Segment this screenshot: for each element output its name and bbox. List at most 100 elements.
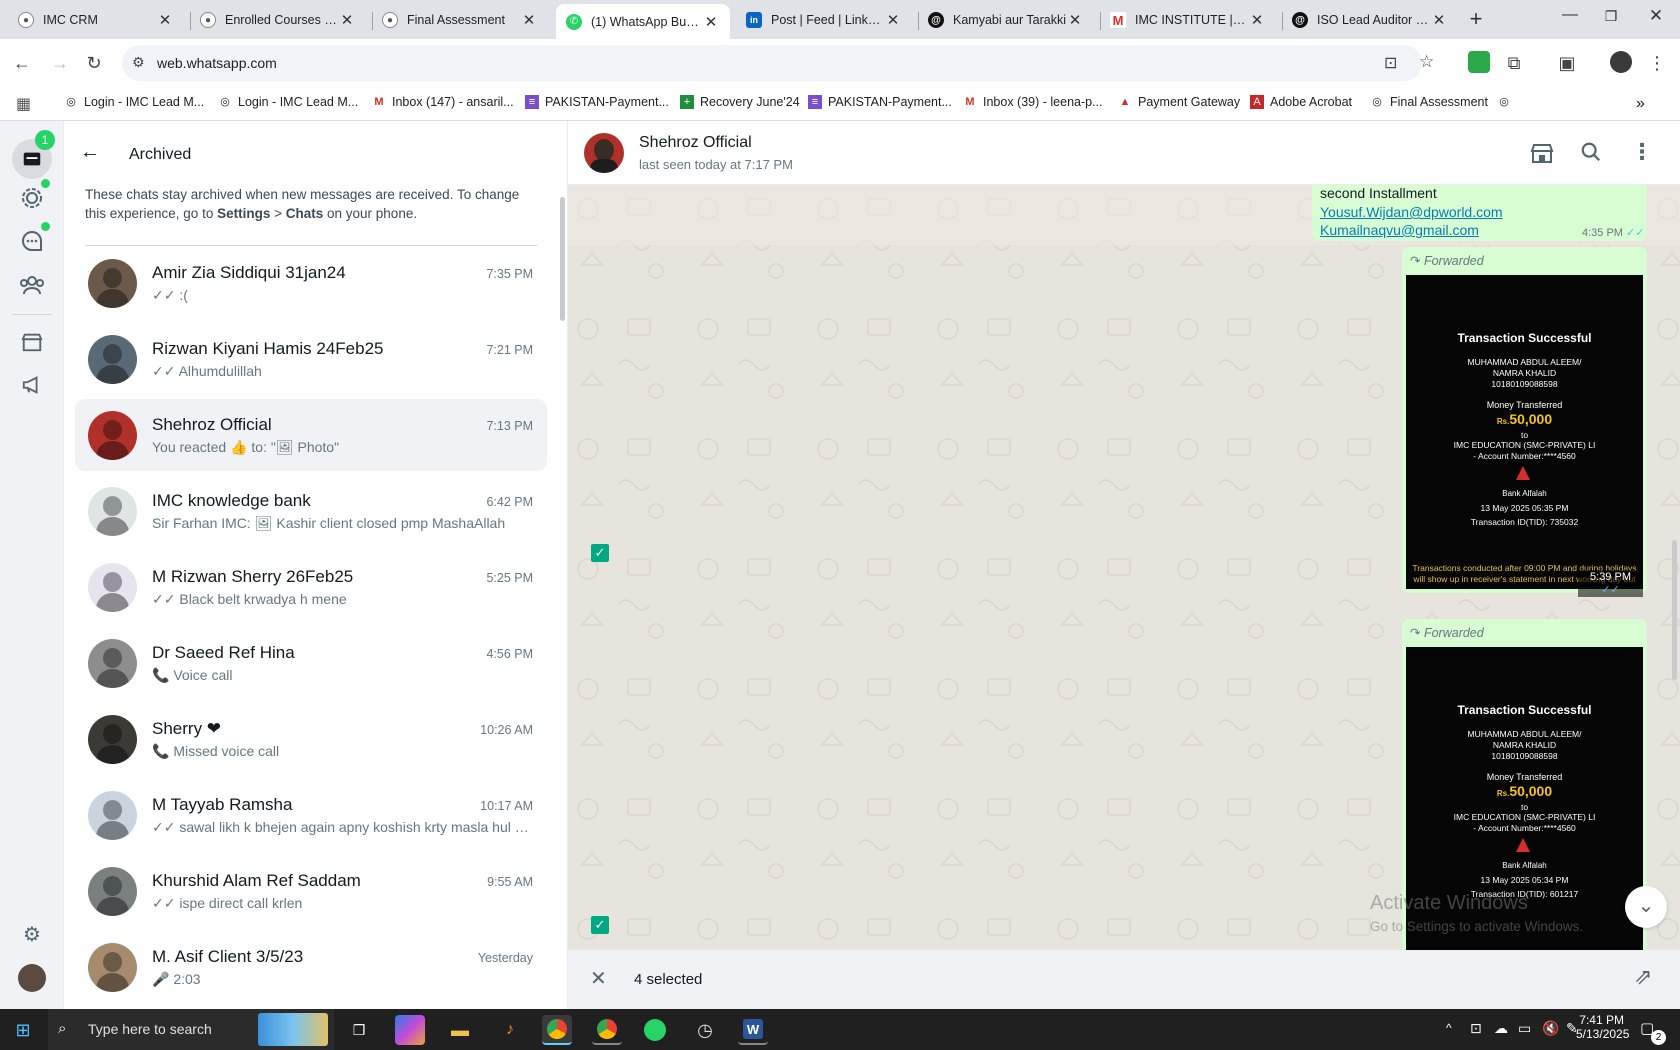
copilot-icon[interactable] [395, 1015, 425, 1045]
chat-list-item[interactable]: Dr Saeed Ref Hina 4:56 PM 📞 Voice call [75, 627, 547, 699]
forward-selected-icon[interactable]: ⇗ [1634, 964, 1652, 990]
tab-final-assessment[interactable]: ● Final Assessment ✕ [372, 4, 548, 36]
chat-list-item[interactable]: M Tayyab Ramsha 10:17 AM ✓✓ sawal likh k b… [75, 779, 547, 851]
minimize-icon[interactable]: — [1555, 6, 1585, 32]
advertise-megaphone-icon[interactable] [18, 371, 46, 399]
network-icon[interactable]: ▭ [1518, 1020, 1531, 1037]
onedrive-icon[interactable]: ☁ [1494, 1020, 1508, 1037]
tab-kamyabi[interactable]: @ Kamyabi aur Tarakki ✕ [918, 4, 1094, 36]
app-icon[interactable]: ♪ [495, 1015, 525, 1045]
word-icon[interactable]: W [738, 1015, 768, 1045]
bookmark-item[interactable]: + Recovery June'24 [680, 95, 800, 109]
email-link[interactable]: Kumailnaqvu@gmail.com [1320, 222, 1479, 238]
reload-icon[interactable]: ↻ [82, 51, 106, 75]
chat-list-item[interactable]: Khurshid Alam Ref Saddam 9:55 AM ✓✓ ispe d… [75, 855, 547, 927]
menu-kebab-icon[interactable]: ⋮ [1630, 139, 1654, 165]
forward-arrow-icon[interactable]: → [48, 51, 72, 75]
chat-list-item[interactable]: M Rizwan Sherry 26Feb25 5:25 PM ✓✓ Black b… [75, 551, 547, 623]
transaction-receipt-image[interactable]: Transaction Successful MUHAMMAD ABDUL AL… [1406, 275, 1643, 597]
bookmark-item[interactable]: ◎ [1497, 95, 1517, 109]
bookmark-item[interactable]: ≡ PAKISTAN-Payment... [525, 95, 669, 109]
bookmark-item[interactable]: ◎ Final Assessment [1370, 95, 1488, 109]
conversation-header[interactable]: Shehroz Official last seen today at 7:17… [568, 121, 1680, 185]
tab-imc-crm[interactable]: ● IMC CRM ✕ [8, 4, 184, 36]
apps-grid-icon[interactable]: ▦ [16, 94, 31, 114]
channels-icon[interactable] [18, 227, 46, 255]
extensions-puzzle-icon[interactable]: ⧉ [1502, 51, 1526, 75]
chat-list-item[interactable]: M. Asif Client 3/5/23 Yesterday 🎤 2:03 [75, 931, 547, 1003]
site-info-icon[interactable]: ⚙ [132, 54, 145, 71]
store-icon[interactable] [1530, 141, 1554, 165]
imc-logo-icon: ◎ [66, 96, 76, 108]
whatsapp-app: 1 ⚙ ← Archived These chats stay archived… [0, 121, 1680, 1009]
cancel-selection-icon[interactable]: ✕ [590, 966, 607, 991]
tab-search-icon[interactable]: ▣ [1555, 51, 1579, 75]
whatsapp-icon[interactable] [640, 1015, 670, 1045]
communities-icon[interactable] [18, 271, 46, 299]
chrome-icon[interactable] [592, 1015, 622, 1045]
bookmark-item[interactable]: ◎ Login - IMC Lead M... [218, 95, 358, 109]
taskbar-clock[interactable]: 7:41 PM 5/13/2025 [1576, 1013, 1629, 1041]
chat-list-item[interactable]: Shehroz Official 7:13 PM You reacted 👍 to:… [75, 399, 547, 471]
message-select-checkbox[interactable]: ✓ [591, 916, 609, 934]
close-tab-icon[interactable]: ✕ [1248, 11, 1266, 29]
windows-start-icon[interactable]: ⊞ [8, 1015, 38, 1045]
install-app-icon[interactable]: ⊡ [1384, 53, 1397, 73]
profile-avatar[interactable] [1610, 51, 1632, 73]
chat-list-item[interactable]: Rizwan Kiyani Hamis 24Feb25 7:21 PM ✓✓ Alh… [75, 323, 547, 395]
bookmark-star-icon[interactable]: ☆ [1419, 52, 1434, 72]
close-tab-icon[interactable]: ✕ [156, 11, 174, 29]
tab-whatsapp[interactable]: ✆ (1) WhatsApp Business ✕ [556, 4, 730, 39]
taskbar-search-box[interactable]: ⌕ Type here to search [48, 1009, 334, 1050]
restore-icon[interactable]: ❐ [1598, 8, 1624, 32]
chat-list-item[interactable]: Amir Zia Siddiqui 31jan24 7:35 PM ✓✓ :( [75, 247, 547, 319]
message-bubble[interactable]: second Installment Yousuf.Wijdan@dpworld… [1312, 185, 1647, 241]
close-tab-icon[interactable]: ✕ [884, 11, 902, 29]
message-scrollbar[interactable] [1672, 540, 1677, 680]
bookmark-item[interactable]: ≡ PAKISTAN-Payment... [808, 95, 952, 109]
my-profile-avatar[interactable] [18, 964, 46, 992]
file-explorer-icon[interactable]: ▬ [445, 1015, 475, 1045]
bookmark-item[interactable]: M Inbox (147) - ansaril... [372, 95, 513, 109]
browser-menu-icon[interactable]: ⋮ [1645, 51, 1669, 75]
close-tab-icon[interactable]: ✕ [338, 11, 356, 29]
list-scrollbar[interactable] [560, 197, 565, 321]
tab-imc-institute[interactable]: M IMC INSTITUTE | ENROLL ✕ [1100, 4, 1276, 36]
tab-iso-lead-auditor[interactable]: @ ISO Lead Auditor in P ✕ [1282, 4, 1458, 36]
tab-enrolled-courses[interactable]: ● Enrolled Courses | IMC ✕ [190, 4, 366, 36]
clock-app-icon[interactable]: ◷ [690, 1015, 720, 1045]
bookmark-item[interactable]: ▲ Payment Gateway [1118, 95, 1241, 109]
extension-green-icon[interactable] [1468, 51, 1490, 73]
bookmark-item[interactable]: A Adobe Acrobat [1250, 95, 1352, 109]
tray-chevron-icon[interactable]: ^ [1446, 1021, 1452, 1035]
message-select-checkbox[interactable]: ✓ [591, 544, 609, 562]
chat-list-item[interactable]: Sherry ❤ 10:26 AM 📞 Missed voice call [75, 703, 547, 775]
tab-linkedin[interactable]: in Post | Feed | LinkedIn ✕ [736, 4, 912, 36]
catalog-store-icon[interactable] [18, 328, 46, 356]
gmail-icon: M [965, 96, 975, 108]
close-tab-icon[interactable]: ✕ [1066, 11, 1084, 29]
search-icon[interactable] [1580, 141, 1604, 165]
contact-avatar[interactable] [584, 133, 624, 173]
status-icon[interactable] [18, 184, 46, 212]
close-tab-icon[interactable]: ✕ [1430, 11, 1448, 29]
more-bookmarks-icon[interactable]: » [1636, 95, 1645, 113]
close-tab-icon[interactable]: ✕ [520, 11, 538, 29]
chat-list-item[interactable]: IMC knowledge bank 6:42 PM Sir Farhan IMC:… [75, 475, 547, 547]
forwarded-image-message[interactable]: ↷ Forwarded Transaction Successful MUHAM… [1402, 247, 1647, 597]
close-window-icon[interactable]: ✕ [1643, 6, 1669, 32]
task-view-icon[interactable]: ❒ [344, 1015, 374, 1045]
back-arrow-icon[interactable]: ← [10, 51, 34, 75]
volume-muted-icon[interactable]: 🔇 [1542, 1020, 1559, 1037]
address-bar[interactable]: ⚙ web.whatsapp.com ⊡ ☆ [122, 45, 1434, 81]
bookmark-item[interactable]: M Inbox (39) - leena-p... [963, 95, 1102, 109]
email-link[interactable]: Yousuf.Wijdan@dpworld.com [1320, 204, 1503, 220]
settings-gear-icon[interactable]: ⚙ [18, 920, 46, 948]
tray-app-icon[interactable]: ⊡ [1470, 1020, 1482, 1037]
back-arrow-icon[interactable]: ← [80, 141, 100, 164]
close-tab-icon[interactable]: ✕ [702, 13, 720, 31]
bookmark-item[interactable]: ◎ Login - IMC Lead M... [64, 95, 204, 109]
chrome-icon[interactable] [542, 1015, 572, 1045]
scroll-down-button[interactable]: ⌄ [1625, 886, 1667, 928]
new-tab-icon[interactable]: + [1464, 8, 1488, 32]
